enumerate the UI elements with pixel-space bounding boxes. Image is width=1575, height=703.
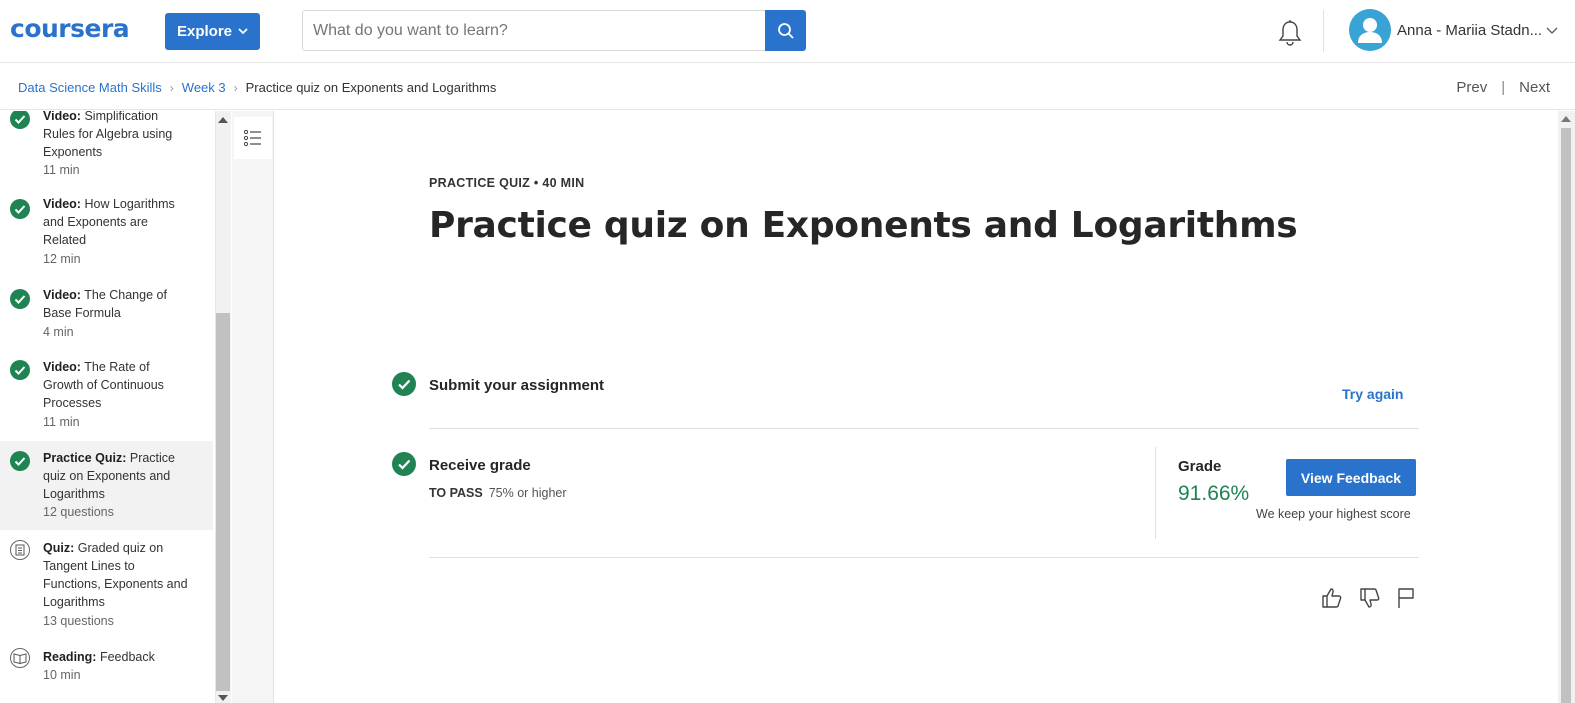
breadcrumb: Data Science Math Skills › Week 3 › Prac… [18, 80, 496, 95]
breadcrumb-current: Practice quiz on Exponents and Logarithm… [245, 80, 497, 95]
sidebar-item-label: Video: Simplification Rules for Algebra … [43, 111, 173, 159]
user-icon [1358, 18, 1382, 43]
sidebar-item-label: Practice Quiz: Practice quiz on Exponent… [43, 451, 176, 501]
thumbs-up-icon[interactable] [1320, 586, 1344, 610]
thumbs-down-icon[interactable] [1358, 586, 1382, 610]
breadcrumb-week[interactable]: Week 3 [182, 80, 226, 95]
explore-label: Explore [176, 23, 233, 40]
prev-button[interactable]: Prev [1456, 79, 1487, 96]
section-divider [429, 428, 1419, 429]
sidebar-item-duration: 12 min [43, 252, 81, 266]
sidebar-item-label: Video: How Logarithms and Exponents are … [43, 197, 175, 247]
header-divider [1323, 10, 1324, 52]
user-name[interactable]: Anna - Mariia Stadn... [1397, 22, 1542, 39]
grade-value: 91.66% [1178, 482, 1250, 505]
chevron-right-icon: › [169, 80, 174, 95]
notification-bell-icon[interactable] [1277, 19, 1303, 47]
completed-check-icon [10, 360, 30, 380]
sidebar-item-practice-quiz[interactable]: Practice Quiz: Practice quiz on Exponent… [0, 441, 213, 530]
sidebar-item-simplification-rules[interactable]: Video: Simplification Rules for Algebra … [0, 111, 213, 184]
list-icon [243, 129, 261, 147]
sidebar-item-change-of-base[interactable]: Video: The Change of Base Formula 4 min [0, 284, 213, 348]
sidebar-item-graded-quiz[interactable]: Quiz: Graded quiz on Tangent Lines to Fu… [0, 539, 213, 639]
sidebar-toggle-strip [232, 111, 274, 703]
search-input[interactable] [302, 10, 765, 51]
book-icon [10, 648, 30, 668]
view-feedback-button[interactable]: View Feedback [1286, 459, 1416, 496]
scroll-up-arrow-icon[interactable] [1561, 116, 1571, 122]
coursera-logo[interactable]: coursera [10, 14, 130, 43]
main-content [275, 111, 1558, 703]
page-title: Practice quiz on Exponents and Logarithm… [429, 205, 1298, 246]
next-button[interactable]: Next [1519, 79, 1550, 96]
prev-next-nav: Prev | Next [1456, 79, 1550, 96]
course-sidebar: Video: Simplification Rules for Algebra … [0, 111, 215, 703]
search-button[interactable] [765, 10, 806, 51]
sidebar-item-label: Video: The Change of Base Formula [43, 288, 167, 320]
user-avatar[interactable] [1349, 9, 1391, 51]
sidebar-item-logarithms-exponents[interactable]: Video: How Logarithms and Exponents are … [0, 193, 213, 275]
sidebar-item-rate-of-growth[interactable]: Video: The Rate of Growth of Continuous … [0, 356, 213, 438]
quiz-icon [10, 540, 30, 560]
chevron-down-icon[interactable] [1546, 25, 1558, 37]
grade-label: Grade [1178, 458, 1222, 475]
toggle-sidebar-button[interactable] [234, 117, 272, 159]
highest-score-note: We keep your highest score [1256, 507, 1411, 521]
submit-assignment-label: Submit your assignment [429, 377, 605, 394]
sidebar-item-duration: 4 min [43, 325, 74, 339]
explore-button[interactable]: Explore [165, 13, 260, 50]
page-scrollbar-thumb[interactable] [1561, 128, 1571, 703]
sidebar-item-label: Video: The Rate of Growth of Continuous … [43, 360, 164, 410]
sidebar-item-question-count: 12 questions [43, 505, 114, 519]
flag-icon[interactable] [1394, 586, 1418, 610]
sidebar-item-duration: 10 min [43, 668, 81, 682]
section-divider [429, 557, 1419, 558]
chevron-right-icon: › [233, 80, 238, 95]
try-again-link[interactable]: Try again [1342, 386, 1403, 402]
passing-requirement: TO PASS 75% or higher [429, 486, 567, 500]
sidebar-item-question-count: 13 questions [43, 614, 114, 628]
completed-check-icon [10, 111, 30, 129]
scroll-down-arrow-icon[interactable] [218, 695, 228, 701]
completed-check-icon [10, 199, 30, 219]
completed-check-icon [392, 452, 416, 476]
search-icon [777, 22, 794, 39]
completed-check-icon [10, 451, 30, 471]
grade-divider [1155, 447, 1156, 539]
top-header: coursera Explore Anna - Mariia Stadn... [0, 0, 1575, 63]
sidebar-item-feedback-reading[interactable]: Reading: Feedback 10 min [0, 648, 213, 703]
completed-check-icon [10, 289, 30, 309]
sidebar-item-label: Quiz: Graded quiz on Tangent Lines to Fu… [43, 541, 188, 609]
scroll-up-arrow-icon[interactable] [218, 117, 228, 123]
chevron-down-icon [238, 28, 248, 35]
sidebar-item-duration: 11 min [43, 163, 80, 177]
breadcrumb-bar: Data Science Math Skills › Week 3 › Prac… [0, 64, 1575, 110]
sidebar-item-label: Reading: Feedback [43, 650, 155, 664]
breadcrumb-course[interactable]: Data Science Math Skills [18, 80, 162, 95]
completed-check-icon [392, 372, 416, 396]
receive-grade-label: Receive grade [429, 457, 531, 474]
sidebar-item-duration: 11 min [43, 415, 80, 429]
sidebar-scrollbar-thumb[interactable] [216, 313, 230, 691]
quiz-meta: PRACTICE QUIZ • 40 MIN [429, 176, 585, 190]
nav-divider: | [1501, 79, 1506, 96]
